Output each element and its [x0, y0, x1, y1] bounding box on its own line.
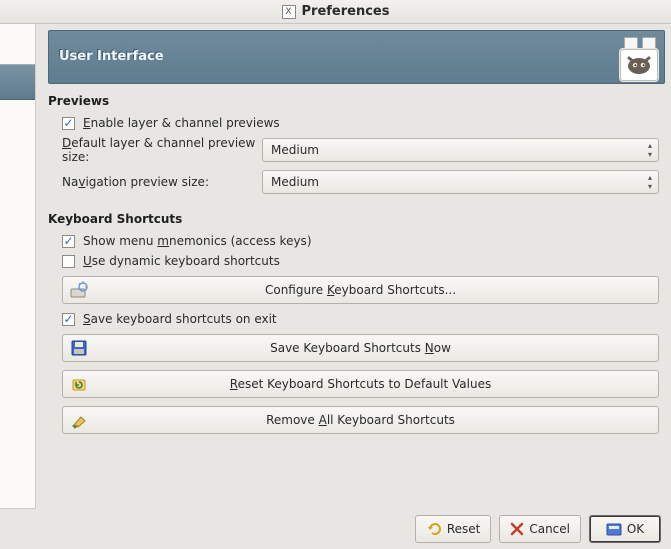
save-shortcuts-now-label: Save Keyboard Shortcuts Now: [89, 341, 658, 355]
main-panel: User Interface Previews ✓ Enable layer &…: [36, 24, 671, 509]
spinner-arrows-icon: ▴▾: [648, 173, 652, 191]
page-banner: User Interface: [48, 30, 665, 84]
category-sidebar[interactable]: [0, 24, 36, 509]
mnemonics-checkbox[interactable]: ✓: [62, 235, 75, 248]
window-title: Preferences: [302, 4, 390, 19]
dynamic-shortcuts-row: Use dynamic keyboard shortcuts: [48, 254, 665, 268]
ok-icon: [606, 521, 622, 537]
titlebar: X Preferences: [0, 0, 671, 24]
configure-shortcuts-button[interactable]: Configure Keyboard Shortcuts...: [62, 276, 659, 304]
undo-icon: [426, 521, 442, 537]
save-on-exit-checkbox[interactable]: ✓: [62, 313, 75, 326]
configure-shortcuts-label: Configure Keyboard Shortcuts...: [89, 283, 658, 297]
shortcuts-heading: Keyboard Shortcuts: [48, 212, 665, 226]
dynamic-shortcuts-checkbox[interactable]: [62, 255, 75, 268]
enable-previews-row: ✓ Enable layer & channel previews: [48, 116, 665, 130]
navigation-preview-size-value: Medium: [271, 175, 319, 189]
window-icon: X: [282, 5, 296, 19]
reset-button[interactable]: Reset: [415, 515, 492, 543]
ok-button-label: OK: [627, 522, 644, 536]
save-on-exit-row: ✓ Save keyboard shortcuts on exit: [48, 312, 665, 326]
navigation-preview-size-label: Navigation preview size:: [62, 175, 262, 189]
cancel-icon: [510, 522, 524, 536]
clear-icon: [69, 411, 89, 429]
spinner-arrows-icon: ▴▾: [648, 141, 652, 159]
default-preview-size-row: Default layer & channel preview size: Me…: [48, 136, 665, 164]
wilber-icon: [620, 49, 658, 81]
ok-button[interactable]: OK: [589, 515, 661, 543]
mnemonics-row: ✓ Show menu mnemonics (access keys): [48, 234, 665, 248]
navigation-preview-size-row: Navigation preview size: Medium ▴▾: [48, 170, 665, 194]
reset-button-label: Reset: [447, 522, 481, 536]
save-on-exit-label: Save keyboard shortcuts on exit: [83, 312, 277, 326]
enable-previews-label: Enable layer & channel previews: [83, 116, 280, 130]
navigation-preview-size-select[interactable]: Medium ▴▾: [262, 170, 659, 194]
default-preview-size-value: Medium: [271, 143, 319, 157]
cancel-button[interactable]: Cancel: [499, 515, 581, 543]
mnemonics-label: Show menu mnemonics (access keys): [83, 234, 312, 248]
default-preview-size-label: Default layer & channel preview size:: [62, 136, 262, 164]
floppy-save-icon: [69, 339, 89, 357]
dynamic-shortcuts-label: Use dynamic keyboard shortcuts: [83, 254, 280, 268]
save-shortcuts-now-button[interactable]: Save Keyboard Shortcuts Now: [62, 334, 659, 362]
previews-heading: Previews: [48, 94, 665, 108]
page-title: User Interface: [49, 31, 664, 64]
reset-shortcuts-button[interactable]: Reset Keyboard Shortcuts to Default Valu…: [62, 370, 659, 398]
enable-previews-checkbox[interactable]: ✓: [62, 117, 75, 130]
default-preview-size-select[interactable]: Medium ▴▾: [262, 138, 659, 162]
keyboard-config-icon: [69, 281, 89, 299]
cancel-button-label: Cancel: [529, 522, 570, 536]
sidebar-selected-tab[interactable]: [0, 64, 35, 100]
dialog-buttons: Reset Cancel OK: [0, 509, 671, 549]
remove-shortcuts-button[interactable]: Remove All Keyboard Shortcuts: [62, 406, 659, 434]
reset-icon: [69, 375, 89, 393]
remove-shortcuts-label: Remove All Keyboard Shortcuts: [89, 413, 658, 427]
reset-shortcuts-label: Reset Keyboard Shortcuts to Default Valu…: [89, 377, 658, 391]
